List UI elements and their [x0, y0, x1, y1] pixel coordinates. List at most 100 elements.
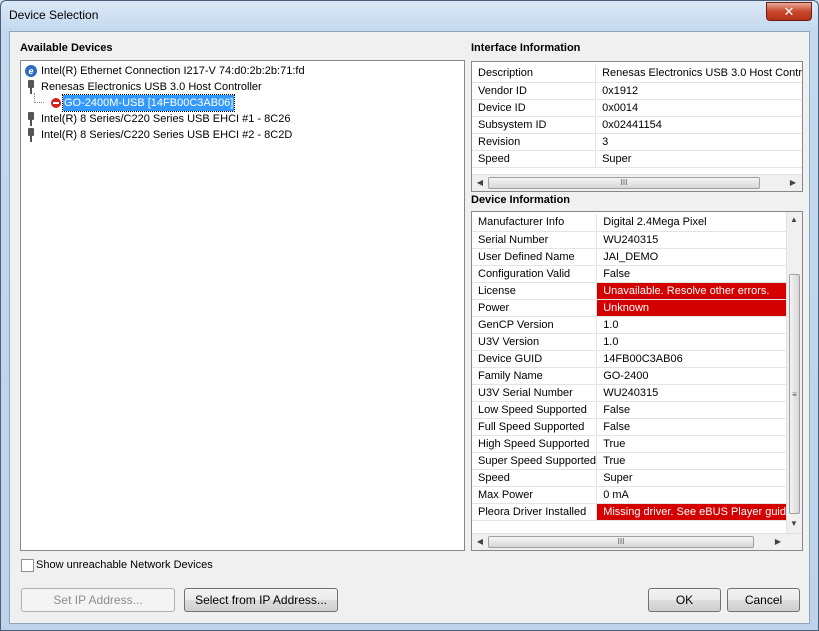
- title-bar[interactable]: Device Selection ✕: [1, 1, 818, 31]
- property-name: Super Speed Supported: [472, 452, 598, 470]
- scroll-left-icon[interactable]: ◀: [474, 177, 486, 189]
- property-name: Full Speed Supported: [472, 418, 598, 436]
- property-name: Family Name: [472, 367, 598, 385]
- property-row[interactable]: Serial Number WU240315: [472, 231, 786, 249]
- property-name: Revision: [472, 133, 597, 151]
- property-row[interactable]: Speed Super: [472, 469, 786, 487]
- property-row[interactable]: High Speed Supported True: [472, 435, 786, 453]
- property-value: False: [596, 401, 786, 419]
- property-value: 1.0: [596, 316, 786, 334]
- property-value: 3: [595, 133, 802, 151]
- dialog-body: Available Devices e Intel(R) Ethernet Con…: [9, 31, 810, 624]
- property-value: Renesas Electronics USB 3.0 Host Contr: [595, 65, 802, 83]
- property-value: 0x1912: [595, 82, 802, 100]
- property-row[interactable]: U3V Serial Number WU240315: [472, 384, 786, 402]
- property-value: True: [596, 452, 786, 470]
- property-value: 1.0: [596, 333, 786, 351]
- property-value: GO-2400: [596, 367, 786, 385]
- property-row[interactable]: Pleora Driver Installed Missing driver. S…: [472, 503, 786, 521]
- scrollbar-thumb[interactable]: III: [488, 177, 760, 189]
- device-hscrollbar[interactable]: ◀ III ▶: [472, 533, 802, 550]
- select-from-ip-address-button[interactable]: Select from IP Address...: [184, 588, 338, 612]
- property-row[interactable]: GenCP Version 1.0: [472, 316, 786, 334]
- device-information-title: Device Information: [471, 194, 571, 206]
- tree-item-label: Renesas Electronics USB 3.0 Host Control…: [41, 81, 262, 93]
- property-value: Super: [596, 469, 786, 487]
- interface-information-grid[interactable]: Description Renesas Electronics USB 3.0 H…: [471, 61, 803, 192]
- property-value: False: [596, 265, 786, 283]
- property-value: 0 mA: [596, 486, 786, 504]
- cancel-button[interactable]: Cancel: [727, 588, 800, 612]
- device-selection-window: Device Selection ✕ Available Devices e In…: [0, 0, 819, 631]
- device-information-grid[interactable]: Manufacturer Info Digital 2.4Mega Pixel Se…: [471, 211, 803, 551]
- set-ip-address-button[interactable]: Set IP Address...: [21, 588, 175, 612]
- property-name: Max Power: [472, 486, 598, 504]
- property-row[interactable]: U3V Version 1.0: [472, 333, 786, 351]
- property-name: Low Speed Supported: [472, 401, 598, 419]
- usb-icon: [27, 80, 35, 94]
- scroll-left-icon[interactable]: ◀: [474, 536, 486, 548]
- property-name: Vendor ID: [472, 82, 597, 100]
- property-name: Subsystem ID: [472, 116, 597, 134]
- property-value: 0x0014: [595, 99, 802, 117]
- interface-hscrollbar[interactable]: ◀ III ▶: [472, 174, 802, 191]
- property-name: High Speed Supported: [472, 435, 598, 453]
- property-value: WU240315: [596, 384, 786, 402]
- window-title: Device Selection: [9, 8, 99, 22]
- property-row[interactable]: Max Power 0 mA: [472, 486, 786, 504]
- property-row[interactable]: Device ID 0x0014: [472, 99, 802, 117]
- property-row[interactable]: Device GUID 14FB00C3AB06: [472, 350, 786, 368]
- property-value-error: Unavailable. Resolve other errors.: [596, 282, 786, 300]
- tree-item-label: GO-2400M-USB [14FB00C3AB06]: [61, 94, 236, 112]
- property-row[interactable]: Low Speed Supported False: [472, 401, 786, 419]
- property-row[interactable]: Revision 3: [472, 133, 802, 151]
- property-row[interactable]: Family Name GO-2400: [472, 367, 786, 385]
- property-name: Speed: [472, 469, 598, 487]
- scroll-down-icon[interactable]: ▼: [788, 518, 800, 530]
- property-row[interactable]: Power Unknown: [472, 299, 786, 317]
- tree-item-label: Intel(R) 8 Series/C220 Series USB EHCI #…: [41, 129, 293, 141]
- error-icon: [51, 98, 61, 108]
- property-row[interactable]: Full Speed Supported False: [472, 418, 786, 436]
- ok-button[interactable]: OK: [648, 588, 721, 612]
- show-unreachable-checkbox[interactable]: [21, 559, 34, 572]
- usb-icon: [27, 128, 35, 142]
- property-row[interactable]: Manufacturer Info Digital 2.4Mega Pixel: [472, 214, 786, 232]
- grip-icon: III: [620, 178, 628, 187]
- scroll-right-icon[interactable]: ▶: [772, 536, 784, 548]
- property-row[interactable]: Vendor ID 0x1912: [472, 82, 802, 100]
- property-value-error: Missing driver. See eBUS Player guid: [596, 503, 786, 521]
- device-vscrollbar[interactable]: ▲ ≡ ▼: [786, 212, 802, 533]
- property-name: Device ID: [472, 99, 597, 117]
- device-properties-viewport: Manufacturer Info Digital 2.4Mega Pixel Se…: [472, 212, 786, 533]
- show-unreachable-label[interactable]: Show unreachable Network Devices: [36, 559, 213, 571]
- close-button[interactable]: ✕: [766, 2, 812, 21]
- property-value: False: [596, 418, 786, 436]
- property-name: Pleora Driver Installed: [472, 503, 598, 521]
- property-row[interactable]: Speed Super: [472, 150, 802, 168]
- property-name: GenCP Version: [472, 316, 598, 334]
- scrollbar-thumb[interactable]: ≡: [789, 274, 800, 514]
- interface-information-title: Interface Information: [471, 42, 581, 54]
- property-name: Serial Number: [472, 231, 598, 249]
- device-properties: Manufacturer Info Digital 2.4Mega Pixel Se…: [472, 214, 786, 521]
- property-value-error: Unknown: [596, 299, 786, 317]
- property-value: 0x02441154: [595, 116, 802, 134]
- property-name: Description: [472, 65, 597, 83]
- property-name: U3V Serial Number: [472, 384, 598, 402]
- ethernet-icon: e: [25, 65, 37, 77]
- scrollbar-thumb[interactable]: III: [488, 536, 754, 548]
- property-row[interactable]: Super Speed Supported True: [472, 452, 786, 470]
- property-value: 14FB00C3AB06: [596, 350, 786, 368]
- tree-item-label: Intel(R) Ethernet Connection I217-V 74:d…: [41, 65, 305, 77]
- property-row[interactable]: License Unavailable. Resolve other errors…: [472, 282, 786, 300]
- property-row[interactable]: User Defined Name JAI_DEMO: [472, 248, 786, 266]
- property-value: JAI_DEMO: [596, 248, 786, 266]
- device-tree[interactable]: e Intel(R) Ethernet Connection I217-V 74:…: [20, 60, 465, 551]
- property-row[interactable]: Description Renesas Electronics USB 3.0 H…: [472, 65, 802, 83]
- scroll-up-icon[interactable]: ▲: [788, 214, 800, 226]
- property-row[interactable]: Subsystem ID 0x02441154: [472, 116, 802, 134]
- property-row[interactable]: Configuration Valid False: [472, 265, 786, 283]
- scroll-right-icon[interactable]: ▶: [787, 177, 799, 189]
- interface-properties: Description Renesas Electronics USB 3.0 H…: [472, 65, 802, 168]
